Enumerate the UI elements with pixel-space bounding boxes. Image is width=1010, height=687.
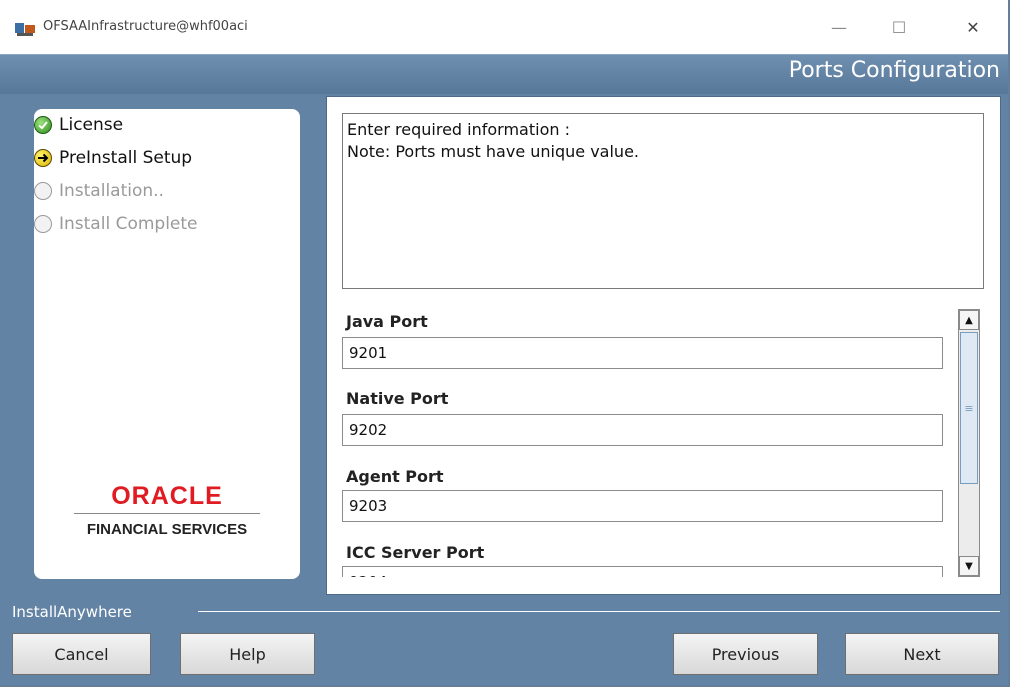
financial-services-label: FINANCIAL SERVICES — [86, 521, 248, 538]
oracle-logo: ORACLE — [111, 482, 223, 510]
step-preinstall-setup: PreInstall Setup — [34, 148, 192, 168]
next-button[interactable]: Next — [845, 633, 999, 675]
installanywhere-label: InstallAnywhere — [12, 603, 132, 621]
native-port-input[interactable] — [342, 414, 943, 446]
cancel-button[interactable]: Cancel — [12, 633, 151, 675]
minimize-button[interactable]: — — [816, 12, 862, 42]
page-title: Ports Configuration — [788, 58, 1000, 83]
step-label: Install Complete — [59, 214, 198, 234]
maximize-button[interactable]: ☐ — [876, 12, 922, 42]
native-port-label: Native Port — [346, 389, 449, 408]
minimize-icon: — — [831, 17, 847, 37]
check-icon — [34, 116, 52, 134]
step-label: PreInstall Setup — [59, 148, 193, 168]
info-line-required: Enter required information : — [347, 120, 570, 139]
main-panel: Enter required information : Note: Ports… — [326, 96, 1001, 595]
info-line-note: Note: Ports must have unique value. — [347, 142, 639, 161]
icc-server-port-input[interactable] — [342, 566, 943, 577]
scroll-up-button[interactable]: ▲ — [959, 310, 979, 330]
window-title: OFSAAInfrastructure@whf00aci — [43, 19, 248, 34]
circle-icon — [34, 215, 52, 233]
arrow-right-icon — [34, 149, 52, 167]
steps-panel: License PreInstall Setup Installation.. … — [34, 109, 300, 579]
scroll-thumb[interactable]: ≡ — [960, 332, 978, 484]
info-textarea: Enter required information : Note: Ports… — [342, 113, 984, 289]
java-port-input[interactable] — [342, 337, 943, 369]
agent-port-input[interactable] — [342, 490, 943, 522]
agent-port-label: Agent Port — [346, 467, 444, 486]
step-label: Installation.. — [59, 181, 164, 201]
close-icon: ✕ — [966, 17, 980, 37]
footer-divider — [198, 611, 1000, 612]
grip-icon: ≡ — [964, 401, 974, 415]
help-button[interactable]: Help — [180, 633, 315, 675]
maximize-icon: ☐ — [891, 17, 907, 37]
vertical-scrollbar[interactable]: ▲ ≡ ▼ — [958, 309, 980, 577]
installer-icon — [14, 21, 36, 37]
step-installation: Installation.. — [34, 181, 164, 201]
close-button[interactable]: ✕ — [950, 12, 996, 42]
step-label: License — [59, 115, 124, 135]
clip-region: ICC Server Port — [327, 537, 957, 577]
scroll-down-button[interactable]: ▼ — [959, 556, 979, 576]
step-install-complete: Install Complete — [34, 214, 198, 234]
icc-server-port-label: ICC Server Port — [346, 543, 485, 562]
previous-button[interactable]: Previous — [673, 633, 818, 675]
triangle-up-icon: ▲ — [965, 314, 973, 326]
triangle-down-icon: ▼ — [965, 560, 973, 572]
java-port-label: Java Port — [346, 312, 428, 331]
circle-icon — [34, 182, 52, 200]
step-license: License — [34, 115, 123, 135]
logo-divider — [74, 513, 260, 514]
